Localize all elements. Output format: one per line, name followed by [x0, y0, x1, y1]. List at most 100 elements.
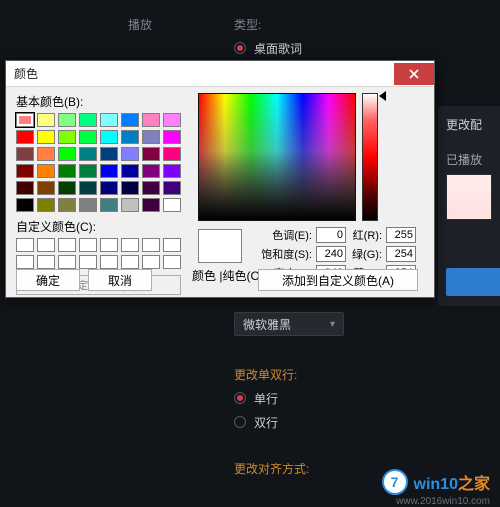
basic-swatch[interactable] — [100, 113, 118, 127]
add-to-custom-button[interactable]: 添加到自定义颜色(A) — [258, 269, 418, 291]
custom-swatch[interactable] — [58, 238, 76, 252]
custom-swatch[interactable] — [100, 238, 118, 252]
right-card-title: 更改配 — [446, 116, 492, 133]
basic-swatch[interactable] — [142, 113, 160, 127]
basic-swatch[interactable] — [121, 181, 139, 195]
font-select[interactable]: 微软雅黑 ▾ — [234, 312, 344, 336]
color-dialog-titlebar[interactable]: 颜色 — [6, 61, 434, 87]
basic-swatch[interactable] — [58, 147, 76, 161]
custom-swatch[interactable] — [16, 238, 34, 252]
basic-swatch[interactable] — [58, 130, 76, 144]
right-color-card: 更改配 已播放 — [438, 106, 500, 306]
basic-swatch[interactable] — [121, 164, 139, 178]
basic-swatch[interactable] — [79, 198, 97, 212]
custom-swatch[interactable] — [163, 238, 181, 252]
watermark-url: www.2016win10.com — [396, 496, 490, 507]
label-green: 绿(G): — [348, 246, 384, 262]
basic-swatch[interactable] — [100, 164, 118, 178]
ok-button[interactable]: 确定 — [16, 269, 80, 291]
basic-swatch[interactable] — [16, 164, 34, 178]
basic-swatch[interactable] — [58, 181, 76, 195]
label-play: 播放 — [0, 16, 170, 33]
basic-swatch[interactable] — [79, 164, 97, 178]
basic-colors-grid — [16, 113, 181, 212]
label-change-rows: 更改单双行: — [234, 366, 297, 383]
luminance-arrow-icon — [379, 91, 386, 101]
color-dialog-title: 颜色 — [14, 65, 38, 82]
basic-swatch[interactable] — [100, 181, 118, 195]
basic-swatch[interactable] — [121, 198, 139, 212]
basic-swatch[interactable] — [37, 113, 55, 127]
custom-swatch[interactable] — [121, 255, 139, 269]
basic-swatch[interactable] — [100, 198, 118, 212]
basic-swatch[interactable] — [163, 113, 181, 127]
close-button[interactable] — [394, 63, 434, 85]
basic-swatch[interactable] — [163, 130, 181, 144]
basic-swatch[interactable] — [121, 113, 139, 127]
custom-swatch[interactable] — [79, 255, 97, 269]
label-hue: 色调(E): — [258, 227, 314, 243]
font-select-value: 微软雅黑 — [243, 316, 291, 333]
basic-swatch[interactable] — [58, 164, 76, 178]
radio-desktop-lyrics[interactable] — [234, 42, 246, 54]
basic-swatch[interactable] — [37, 147, 55, 161]
custom-swatch[interactable] — [58, 255, 76, 269]
luminance-slider[interactable] — [362, 93, 378, 221]
cancel-button[interactable]: 取消 — [88, 269, 152, 291]
basic-swatch[interactable] — [163, 164, 181, 178]
basic-swatch[interactable] — [58, 198, 76, 212]
input-green[interactable] — [386, 246, 416, 262]
basic-swatch[interactable] — [79, 130, 97, 144]
basic-swatch[interactable] — [142, 181, 160, 195]
color-field[interactable] — [198, 93, 356, 221]
basic-swatch[interactable] — [16, 113, 34, 127]
basic-swatch[interactable] — [16, 130, 34, 144]
custom-swatch[interactable] — [16, 255, 34, 269]
radio-single-line[interactable] — [234, 392, 246, 404]
basic-swatch[interactable] — [100, 147, 118, 161]
radio-double-line[interactable] — [234, 416, 246, 428]
basic-swatch[interactable] — [163, 147, 181, 161]
basic-swatch[interactable] — [79, 181, 97, 195]
label-red: 红(R): — [348, 227, 384, 243]
basic-swatch[interactable] — [37, 198, 55, 212]
basic-swatch[interactable] — [37, 130, 55, 144]
custom-swatch[interactable] — [142, 255, 160, 269]
basic-swatch[interactable] — [16, 198, 34, 212]
basic-swatch[interactable] — [121, 130, 139, 144]
right-card-button[interactable] — [446, 268, 500, 296]
custom-swatch[interactable] — [79, 238, 97, 252]
basic-swatch[interactable] — [163, 181, 181, 195]
basic-swatch[interactable] — [121, 147, 139, 161]
basic-swatch[interactable] — [142, 198, 160, 212]
right-card-sub: 已播放 — [446, 151, 492, 168]
custom-swatch[interactable] — [37, 255, 55, 269]
watermark-badge-icon: 7 — [382, 469, 408, 495]
basic-swatch[interactable] — [16, 147, 34, 161]
custom-swatch[interactable] — [121, 238, 139, 252]
label-type: 类型: — [170, 16, 283, 33]
custom-swatch[interactable] — [100, 255, 118, 269]
custom-colors-grid — [16, 238, 181, 269]
basic-swatch[interactable] — [58, 113, 76, 127]
custom-swatch[interactable] — [142, 238, 160, 252]
basic-swatch[interactable] — [163, 198, 181, 212]
label-sat: 饱和度(S): — [258, 246, 314, 262]
input-hue[interactable] — [316, 227, 346, 243]
basic-swatch[interactable] — [79, 113, 97, 127]
input-red[interactable] — [386, 227, 416, 243]
basic-swatch[interactable] — [37, 181, 55, 195]
input-sat[interactable] — [316, 246, 346, 262]
color-preview — [198, 229, 242, 263]
right-card-swatch[interactable] — [446, 174, 492, 220]
basic-swatch[interactable] — [142, 164, 160, 178]
basic-swatch[interactable] — [79, 147, 97, 161]
basic-swatch[interactable] — [16, 181, 34, 195]
radio-double-line-label: 双行 — [254, 414, 278, 431]
basic-swatch[interactable] — [142, 130, 160, 144]
basic-swatch[interactable] — [100, 130, 118, 144]
basic-swatch[interactable] — [142, 147, 160, 161]
basic-swatch[interactable] — [37, 164, 55, 178]
custom-swatch[interactable] — [163, 255, 181, 269]
custom-swatch[interactable] — [37, 238, 55, 252]
